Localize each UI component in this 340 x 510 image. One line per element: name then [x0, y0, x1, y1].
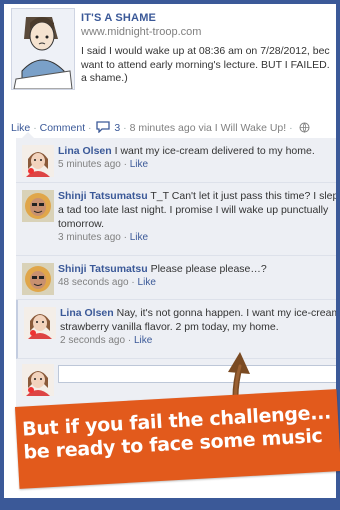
separator: ·	[88, 122, 92, 134]
comment-text: Please please please…?	[150, 263, 267, 275]
comment-body: Lina Olsen Nay, it's not gonna happen. I…	[60, 306, 336, 348]
story-title[interactable]: IT'S A SHAME	[81, 12, 156, 24]
avatar	[22, 364, 54, 396]
comment-author[interactable]: Shinji Tatsumatsu	[58, 263, 148, 275]
separator: ·	[127, 335, 132, 346]
comment-text: I want my ice-cream delivered to my home…	[114, 145, 315, 157]
comment-body: Lina Olsen I want my ice-cream delivered…	[58, 144, 336, 172]
separator: ·	[123, 122, 127, 134]
story-attachment: IT'S A SHAME www.midnight-troop.com I sa…	[4, 4, 336, 116]
story-thumbnail[interactable]	[11, 8, 75, 90]
comment-input[interactable]	[58, 365, 336, 383]
story-text-line: I said I would wake up at 08:36 am on 7/…	[81, 45, 330, 57]
comment-time: 3 minutes ago	[58, 232, 121, 243]
separator: ·	[123, 232, 127, 243]
avatar[interactable]	[22, 145, 54, 177]
comment-time: 48 seconds ago	[58, 277, 129, 288]
comment-like-link[interactable]: Like	[130, 232, 148, 243]
separator: ·	[123, 159, 127, 170]
story-text-line: want to attend early morning's lecture. …	[81, 58, 330, 71]
banner-text: But if you fail the challenge... be read…	[22, 401, 340, 465]
globe-icon	[299, 122, 310, 136]
post-actions: Like · Comment · 3 · 8 minutes ago via I…	[11, 121, 336, 136]
comment-item: Shinji Tatsumatsu Please please please…?…	[16, 256, 336, 300]
comment-author[interactable]: Lina Olsen	[58, 145, 112, 157]
comment-link[interactable]: Comment	[40, 122, 86, 134]
comment-bubble-icon[interactable]	[96, 121, 111, 136]
comment-like-link[interactable]: Like	[134, 335, 152, 346]
comment-thread: Lina Olsen I want my ice-cream delivered…	[16, 138, 336, 408]
avatar[interactable]	[22, 263, 54, 295]
comment-body: Shinji Tatsumatsu T_T Can't let it just …	[58, 189, 336, 245]
comment-item: Lina Olsen Nay, it's not gonna happen. I…	[16, 300, 336, 359]
comment-author[interactable]: Shinji Tatsumatsu	[58, 190, 148, 202]
comment-meta: 2 seconds ago · Like	[60, 334, 336, 348]
comment-like-link[interactable]: Like	[138, 277, 156, 288]
comment-item: Lina Olsen I want my ice-cream delivered…	[16, 138, 336, 183]
avatar[interactable]	[24, 307, 56, 339]
story-url: www.midnight-troop.com	[81, 26, 202, 38]
comment-item: Shinji Tatsumatsu T_T Can't let it just …	[16, 183, 336, 256]
avatar[interactable]	[22, 190, 54, 222]
comment-like-link[interactable]: Like	[130, 159, 148, 170]
story-text-line: a shame.)	[81, 72, 128, 84]
comment-time: 5 minutes ago	[58, 159, 121, 170]
comment-meta: 5 minutes ago · Like	[58, 158, 336, 172]
comment-body: Shinji Tatsumatsu Please please please…?…	[58, 262, 336, 290]
story-text: I said I would wake up at 08:36 am on 7/…	[81, 45, 336, 86]
post-meta: 8 minutes ago via I Will Wake Up!	[129, 122, 287, 134]
comment-meta: 48 seconds ago · Like	[58, 276, 336, 290]
separator: ·	[131, 277, 135, 288]
comment-count[interactable]: 3	[114, 122, 120, 134]
comment-time: 2 seconds ago	[60, 335, 126, 346]
comment-author[interactable]: Lina Olsen	[60, 307, 114, 319]
separator: ·	[289, 122, 293, 134]
comment-meta: 3 minutes ago · Like	[58, 231, 336, 245]
